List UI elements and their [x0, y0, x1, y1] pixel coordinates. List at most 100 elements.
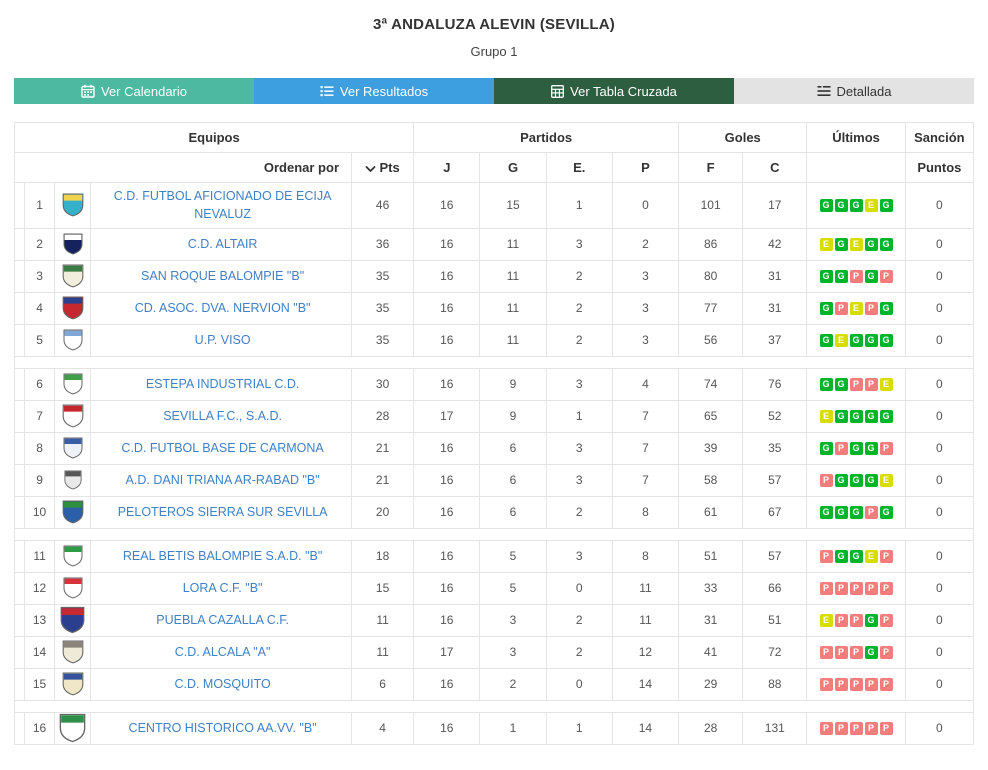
last5-results-cell: GEGGG [806, 323, 906, 357]
result-badge-p: P [849, 721, 863, 735]
position-cell: 14 [24, 635, 56, 669]
result-badge-g: G [819, 377, 833, 391]
sanction-points-cell: 0 [904, 291, 975, 325]
played-cell: 16 [413, 667, 481, 701]
goals-against-cell: 76 [742, 367, 808, 401]
result-badge-g: G [864, 473, 878, 487]
goals-for-cell: 86 [678, 227, 744, 261]
team-link[interactable]: C.D. MOSQUITO [174, 677, 270, 691]
last5-results: GGGEG [807, 198, 904, 212]
team-name-cell: C.D. FUTBOL AFICIONADO DE ECIJA NEVALUZ [90, 182, 352, 229]
sanction-points-cell: 0 [904, 635, 975, 669]
goals-against-cell: 57 [742, 539, 808, 573]
team-name-cell: C.D. FUTBOL BASE DE CARMONA [90, 431, 352, 465]
sort-by-label: Ordenar por [14, 152, 352, 183]
sub-header-row: Ordenar por Pts J G E. P F C Puntos [14, 152, 975, 183]
result-badge-g: G [849, 473, 863, 487]
goals-for-cell: 41 [678, 635, 744, 669]
spacer-cell [14, 355, 974, 369]
tab-ver-calendario[interactable]: Ver Calendario [14, 78, 254, 104]
won-cell: 6 [479, 495, 547, 529]
lost-cell: 4 [611, 367, 680, 401]
team-crest-icon [59, 714, 86, 743]
sanction-points-cell: 0 [904, 539, 975, 573]
team-link[interactable]: CENTRO HISTORICO AA.VV. "B" [129, 721, 317, 735]
detail-list-icon [817, 85, 831, 97]
lost-cell: 7 [611, 463, 680, 497]
result-badge-p: P [834, 301, 848, 315]
team-name-cell: ESTEPA INDUSTRIAL C.D. [90, 367, 352, 401]
team-link[interactable]: CD. ASOC. DVA. NERVION "B" [135, 301, 311, 315]
team-crest-icon [63, 233, 83, 255]
goals-against-cell: 31 [742, 259, 808, 293]
team-link[interactable]: C.D. ALTAIR [188, 237, 258, 251]
result-badge-p: P [834, 645, 848, 659]
last5-results-cell: GGGPG [806, 495, 906, 529]
page-title: 3ª ANDALUZA ALEVIN (SEVILLA) [373, 16, 615, 33]
sort-dropdown-pts[interactable]: Pts [350, 152, 415, 183]
result-badge-g: G [879, 333, 893, 347]
result-badge-g: G [834, 269, 848, 283]
lost-cell: 14 [611, 711, 680, 745]
zone-marker-cell [13, 635, 26, 669]
tab-ver-resultados[interactable]: Ver Resultados [254, 78, 494, 104]
table-row: 16 CENTRO HISTORICO AA.VV. "B" 4 16 1 1 14 28 13… [13, 711, 975, 745]
sanction-points-cell: 0 [904, 367, 975, 401]
team-crest-icon [62, 672, 84, 696]
team-link[interactable]: A.D. DANI TRIANA AR-RABAD "B" [126, 473, 320, 487]
played-cell: 16 [413, 259, 481, 293]
team-link[interactable]: PELOTEROS SIERRA SUR SEVILLA [118, 505, 328, 519]
result-badge-p: P [864, 581, 878, 595]
points-cell: 20 [350, 495, 415, 529]
result-badge-p: P [834, 441, 848, 455]
played-cell: 16 [413, 431, 481, 465]
header-goles-contra: C [742, 152, 808, 183]
crest-cell [54, 667, 92, 701]
result-badge-g: G [849, 441, 863, 455]
lost-cell: 3 [611, 323, 680, 357]
played-cell: 16 [413, 463, 481, 497]
won-cell: 6 [479, 431, 547, 465]
result-badge-p: P [849, 613, 863, 627]
team-link[interactable]: SAN ROQUE BALOMPIE "B" [141, 269, 304, 283]
standings-table: Equipos Partidos Goles Últimos Sanción O… [13, 122, 975, 745]
zone-marker-cell [13, 711, 26, 745]
team-link[interactable]: LORA C.F. "B" [183, 581, 263, 595]
position-cell: 1 [24, 182, 56, 229]
zone-marker-cell [13, 367, 26, 401]
table-row: 10 PELOTEROS SIERRA SUR SEVILLA 20 16 6 2 8 61 6… [13, 495, 975, 529]
points-cell: 18 [350, 539, 415, 573]
team-link[interactable]: ESTEPA INDUSTRIAL C.D. [146, 377, 300, 391]
result-badge-g: G [834, 198, 848, 212]
team-crest-icon [62, 640, 84, 664]
goals-for-cell: 39 [678, 431, 744, 465]
team-name-cell: A.D. DANI TRIANA AR-RABAD "B" [90, 463, 352, 497]
zone-marker-cell [13, 399, 26, 433]
team-link[interactable]: C.D. FUTBOL BASE DE CARMONA [121, 441, 323, 455]
result-badge-g: G [834, 473, 848, 487]
header-ultimos-empty [806, 152, 906, 183]
table-row: 2 C.D. ALTAIR 36 16 11 3 2 86 42 E G E G G 0 [13, 227, 975, 261]
lost-cell: 7 [611, 399, 680, 433]
team-link[interactable]: C.D. ALCALA "A" [175, 645, 271, 659]
result-badge-p: P [834, 721, 848, 735]
crest-cell [54, 463, 92, 497]
points-cell: 46 [350, 182, 415, 229]
last5-results: PGGEP [807, 549, 904, 563]
result-badge-g: G [879, 198, 893, 212]
tab-ver-tabla-cruzada[interactable]: Ver Tabla Cruzada [494, 78, 734, 104]
team-link[interactable]: C.D. FUTBOL AFICIONADO DE ECIJA NEVALUZ [114, 189, 332, 221]
team-name-cell: LORA C.F. "B" [90, 571, 352, 605]
drawn-cell: 2 [545, 635, 613, 669]
header-puntos-sancion: Puntos [904, 152, 975, 183]
lost-cell: 3 [611, 291, 680, 325]
last5-results: GGPPE [807, 377, 904, 391]
tab-detallada[interactable]: Detallada [734, 78, 974, 104]
team-link[interactable]: SEVILLA F.C., S.A.D. [163, 409, 282, 423]
last5-results: GPGGP [807, 441, 904, 455]
team-link[interactable]: PUEBLA CAZALLA C.F. [156, 613, 289, 627]
last5-results: PPPPP [807, 721, 904, 735]
team-link[interactable]: U.P. VISO [195, 333, 251, 347]
table-row: 14 C.D. ALCALA "A" 11 17 3 2 12 41 72 P P P G P 0 [13, 635, 975, 669]
team-link[interactable]: REAL BETIS BALOMPIE S.A.D. "B" [123, 549, 322, 563]
